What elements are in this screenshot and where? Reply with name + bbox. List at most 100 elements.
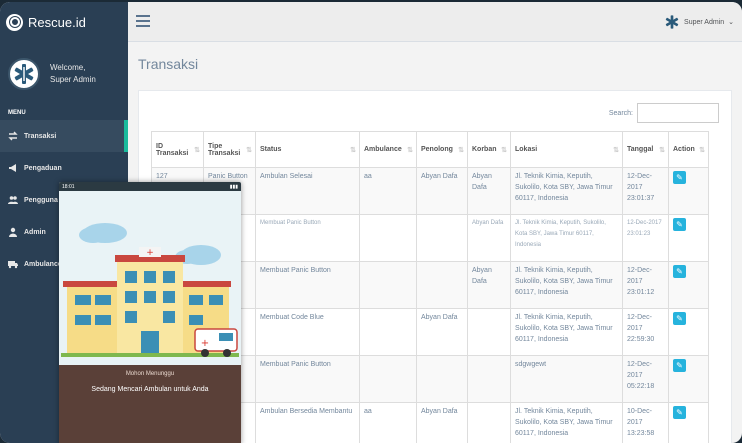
sidebar-item-label: Transaksi	[24, 132, 57, 140]
column-header-tanggal[interactable]: Tanggal ⇅	[622, 131, 669, 168]
avatar	[8, 58, 40, 90]
sidebar-item-pengaduan[interactable]: Pengaduan	[0, 152, 128, 184]
cell-tanggal: 12-Dec-2017 23:01:37	[622, 167, 669, 215]
cell-action: ✎	[668, 167, 709, 215]
waiting-text: Mohon Menunggu	[125, 371, 175, 377]
cell-action: ✎	[668, 355, 709, 403]
column-header-tipe[interactable]: Tipe Transaksi ⇅	[203, 131, 256, 168]
cell-status: Membuat Code Blue	[255, 308, 360, 356]
cell-korban	[467, 308, 511, 356]
cell-korban: Abyan Dafa	[467, 261, 511, 309]
search-label: Search:	[608, 109, 633, 117]
column-header-penolong[interactable]: Penolong ⇅	[416, 131, 468, 168]
ambulance-icon	[8, 261, 18, 269]
cell-tanggal: 12-Dec-2017 23:01:12	[622, 261, 669, 309]
cell-tanggal: 12-Dec-2017 05:22:18	[622, 355, 669, 403]
cell-tanggal: 10-Dec-2017 13:23:58	[622, 402, 669, 443]
cell-action: ✎	[668, 308, 709, 356]
cell-penolong	[416, 214, 468, 262]
app-window: Rescue.id Welcome, Super Admin MENU Tran…	[0, 2, 742, 443]
user-avatar-icon	[665, 15, 679, 29]
column-header-status[interactable]: Status ⇅	[255, 131, 360, 168]
users-icon	[8, 196, 18, 204]
cell-ambulance	[359, 214, 417, 262]
column-header-korban[interactable]: Korban ⇅	[467, 131, 511, 168]
loading-panel: Mohon Menunggu Sedang Mencari Ambulan un…	[59, 365, 241, 443]
cell-action: ✎	[668, 214, 709, 262]
cell-action: ✎	[668, 261, 709, 309]
edit-button[interactable]: ✎	[673, 359, 686, 372]
column-header-id[interactable]: ID Transaksi ⇅	[151, 131, 204, 168]
cell-lokasi: Jl. Teknik Kimia, Keputih, Sukolilo, Kot…	[510, 214, 623, 262]
edit-button[interactable]: ✎	[673, 312, 686, 325]
cell-ambulance	[359, 355, 417, 403]
table-header-row: ID Transaksi ⇅ Tipe Transaksi ⇅ Status ⇅ Am…	[151, 131, 709, 168]
profile: Welcome, Super Admin	[0, 42, 128, 106]
phone-status-bar: 18:01 ▮▮▮	[59, 182, 241, 191]
brand[interactable]: Rescue.id	[0, 2, 128, 42]
sort-icon: ⇅	[246, 146, 252, 154]
page-title: Transaksi	[138, 56, 199, 72]
cell-penolong: Abyan Dafa	[416, 402, 468, 443]
cell-lokasi: Jl. Teknik Kimia, Keputih, Sukolilo, Kot…	[510, 402, 623, 443]
column-header-ambulance[interactable]: Ambulance ⇅	[359, 131, 417, 168]
sort-icon: ⇅	[350, 146, 356, 154]
hospital-illustration: + +	[59, 191, 241, 365]
sort-icon: ⇅	[458, 146, 464, 154]
cell-korban	[467, 402, 511, 443]
cell-status: Membuat Panic Button	[255, 214, 360, 262]
user-menu[interactable]: Super Admin ⌄	[664, 14, 734, 30]
sidebar-item-label: Admin	[24, 228, 46, 236]
cell-ambulance	[359, 261, 417, 309]
sort-icon: ⇅	[613, 146, 619, 154]
sidebar-item-transaksi[interactable]: Transaksi	[0, 120, 128, 152]
edit-button[interactable]: ✎	[673, 171, 686, 184]
cell-korban	[467, 355, 511, 403]
cell-lokasi: Jl. Teknik Kimia, Keputih, Sukolilo, Kot…	[510, 167, 623, 215]
edit-button[interactable]: ✎	[673, 218, 686, 231]
cell-lokasi: Jl. Teknik Kimia, Keputih, Sukolilo, Kot…	[510, 308, 623, 356]
exchange-icon	[8, 131, 18, 141]
edit-button[interactable]: ✎	[673, 406, 686, 419]
sidebar-item-label: Pengaduan	[24, 164, 62, 172]
sidebar-item-label: Pengguna	[24, 196, 58, 204]
edit-button[interactable]: ✎	[673, 265, 686, 278]
cell-tanggal: 12-Dec-2017 23:01:23	[622, 214, 669, 262]
profile-name: Super Admin	[50, 75, 96, 84]
column-header-lokasi[interactable]: Lokasi ⇅	[510, 131, 623, 168]
cell-lokasi: Jl. Teknik Kimia, Keputih, Sukolilo, Kot…	[510, 261, 623, 309]
phone-time: 18:01	[62, 183, 75, 190]
user-icon	[9, 227, 17, 237]
user-name: Super Admin	[684, 18, 725, 26]
mobile-app-screenshot: 18:01 ▮▮▮ + + Mohon Menunggu Sedang Menc…	[59, 182, 241, 443]
cell-korban: Abyan Dafa	[467, 167, 511, 215]
cell-penolong: Abyan Dafa	[416, 308, 468, 356]
brand-logo-icon	[6, 13, 23, 31]
cell-korban: Abyan Dafa	[467, 214, 511, 262]
search-area: Search:	[609, 103, 719, 123]
profile-welcome: Welcome,	[50, 63, 86, 72]
searching-text: Sedang Mencari Ambulan untuk Anda	[91, 386, 209, 393]
menu-toggle-icon[interactable]	[136, 15, 150, 27]
cell-penolong: Abyan Dafa	[416, 167, 468, 215]
sort-icon: ⇅	[194, 146, 200, 154]
cell-penolong	[416, 261, 468, 309]
cell-ambulance: aa	[359, 402, 417, 443]
cell-ambulance	[359, 308, 417, 356]
hospital-illustration-svg: + +	[61, 223, 239, 357]
column-header-action[interactable]: Action ⇅	[668, 131, 709, 168]
star-of-life-icon	[14, 64, 34, 84]
cell-action: ✎	[668, 402, 709, 443]
signal-icon: ▮▮▮	[229, 183, 238, 190]
cell-ambulance: aa	[359, 167, 417, 215]
cell-status: Membuat Panic Button	[255, 261, 360, 309]
cell-tanggal: 12-Dec-2017 22:59:30	[622, 308, 669, 356]
sort-icon: ⇅	[659, 146, 665, 154]
search-input[interactable]	[637, 103, 719, 123]
chevron-down-icon: ⌄	[728, 19, 734, 26]
cell-status: Membuat Panic Button	[255, 355, 360, 403]
cell-status: Ambulan Selesai	[255, 167, 360, 215]
sort-icon: ⇅	[501, 146, 507, 154]
sort-icon: ⇅	[699, 146, 705, 154]
cell-status: Ambulan Bersedia Membantu	[255, 402, 360, 443]
